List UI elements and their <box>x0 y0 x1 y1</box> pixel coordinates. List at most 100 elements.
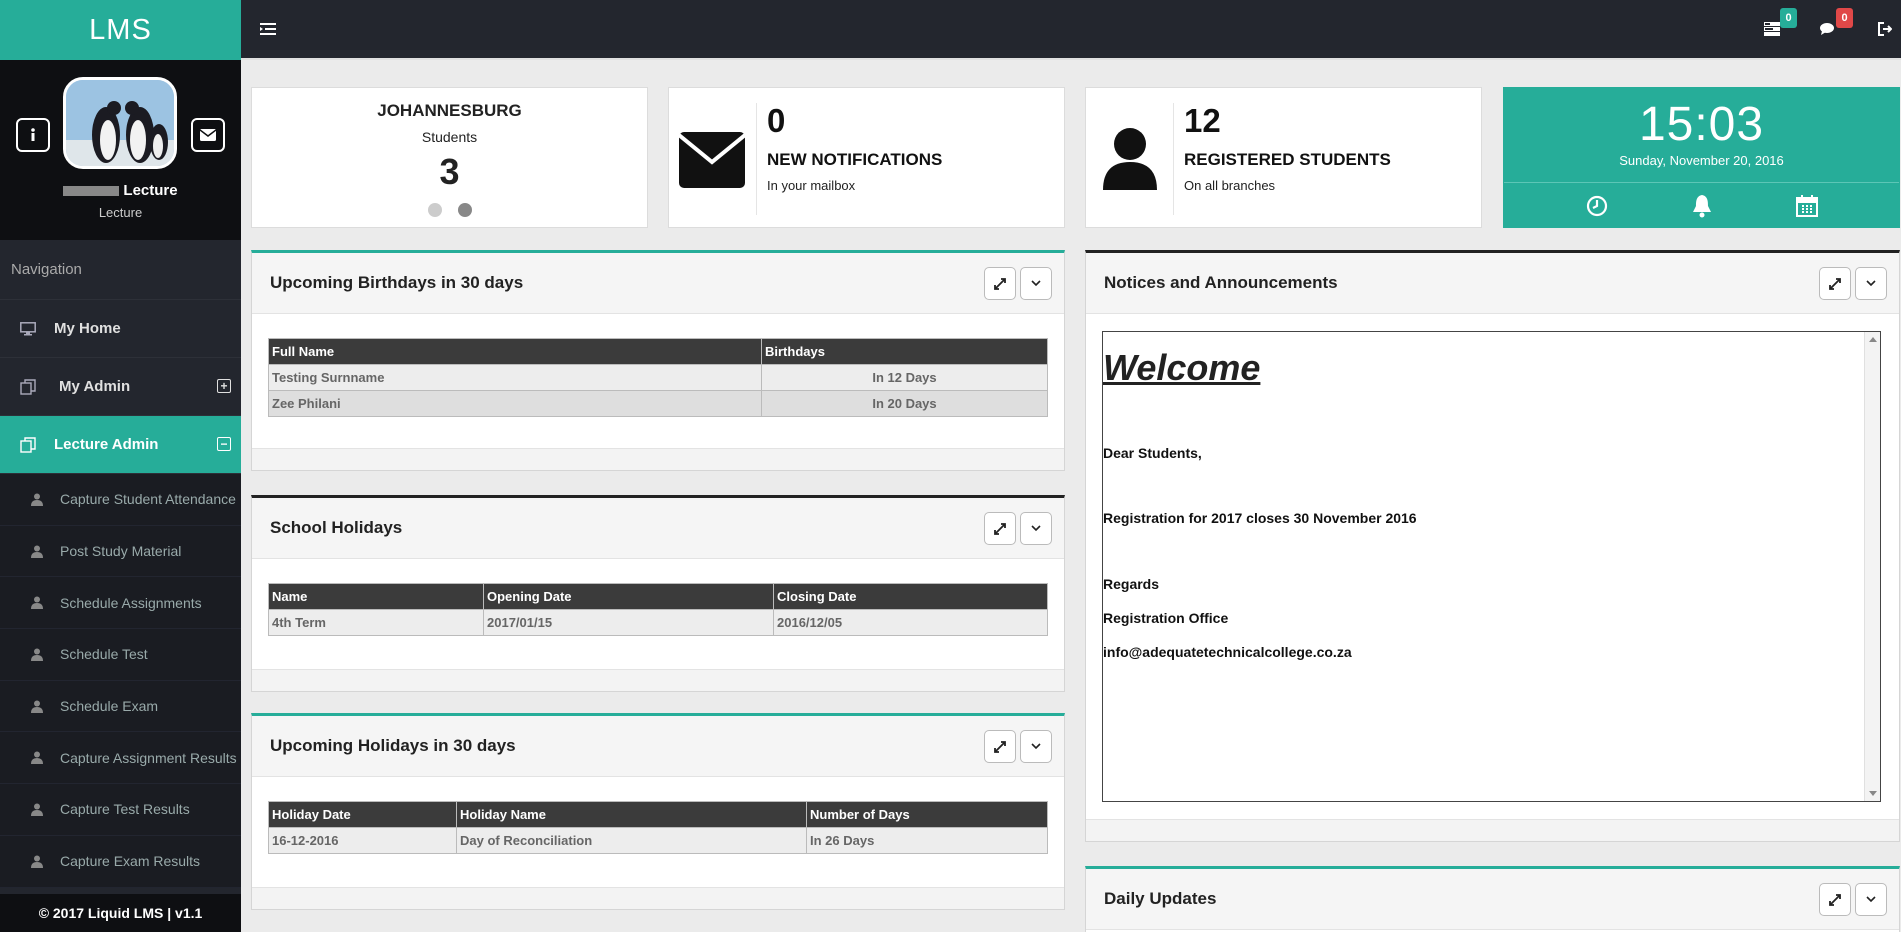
column-header: Full Name <box>268 338 762 365</box>
column-header: Number of Days <box>806 801 1048 828</box>
expand-icon <box>1829 277 1841 290</box>
expand-icon <box>994 740 1006 753</box>
branch-students-card: JOHANNESBURG Students 3 <box>251 87 648 228</box>
submenu-label: Capture Student Attendance <box>60 491 236 508</box>
calendar-icon[interactable] <box>1795 195 1818 217</box>
nav-item-label: Lecture Admin <box>54 436 159 453</box>
table-row[interactable]: 16-12-2016 Day of Reconciliation In 26 Day… <box>268 827 1048 854</box>
submenu-label: Post Study Material <box>60 543 182 560</box>
tasks-button[interactable]: 0 <box>1764 0 1797 58</box>
divider <box>756 103 757 215</box>
branch-name: JOHANNESBURG <box>377 101 522 120</box>
fullscreen-button[interactable] <box>1819 267 1851 300</box>
message-button[interactable] <box>191 118 225 152</box>
sidebar-toggle-button[interactable] <box>260 0 276 58</box>
tasks-badge: 0 <box>1780 8 1797 28</box>
messages-button[interactable]: 0 <box>1820 0 1853 58</box>
fullscreen-button[interactable] <box>984 512 1016 545</box>
copy-icon <box>20 378 42 395</box>
notice-line: Dear Students, <box>1103 445 1202 461</box>
bell-icon[interactable] <box>1691 194 1713 218</box>
submenu-item[interactable]: Capture Exam Results <box>0 835 241 888</box>
nav-item-lecture-admin[interactable]: Lecture Admin − <box>0 416 241 474</box>
table-row[interactable]: Testing Surnname In 12 Days <box>268 364 1048 391</box>
fullscreen-button[interactable] <box>1819 883 1851 916</box>
panel-title: Notices and Announcements <box>1104 273 1338 292</box>
notifications-sub: In your mailbox <box>767 178 856 193</box>
notifications-count: 0 <box>767 102 786 139</box>
panel-header: Daily Updates <box>1086 869 1899 930</box>
column-header: Holiday Name <box>456 801 807 828</box>
notifications-card[interactable]: 0 NEW NOTIFICATIONS In your mailbox <box>668 87 1065 228</box>
notice-content-frame[interactable]: Welcome Dear Students, Registration for … <box>1102 331 1881 802</box>
scroll-down-arrow-icon[interactable] <box>1869 791 1877 796</box>
profile-panel: Lecture Lecture <box>0 60 241 240</box>
avatar[interactable] <box>63 77 177 169</box>
user-icon <box>31 700 45 713</box>
notice-email[interactable]: info@adequatetechnicalcollege.co.za <box>1103 644 1352 660</box>
submenu-label: Schedule Exam <box>60 698 159 715</box>
info-button[interactable] <box>16 118 50 152</box>
expand-icon <box>1829 893 1841 906</box>
collapse-button[interactable] <box>1855 267 1887 300</box>
table-cell: 16-12-2016 <box>268 827 457 854</box>
fullscreen-button[interactable] <box>984 267 1016 300</box>
nav-item-my-admin[interactable]: My Admin + <box>0 358 241 416</box>
user-icon <box>31 648 45 661</box>
table-row[interactable]: 4th Term 2017/01/15 2016/12/05 <box>268 609 1048 636</box>
submenu-item[interactable]: Capture Student Attendance <box>0 474 241 526</box>
monitor-icon <box>20 321 42 336</box>
nav-item-my-home[interactable]: My Home <box>0 300 241 358</box>
panel-controls <box>984 512 1052 545</box>
collapse-button[interactable] <box>1020 512 1052 545</box>
notifications-title: NEW NOTIFICATIONS <box>767 150 943 169</box>
info-icon <box>31 128 35 141</box>
clock-widget: 15:03 Sunday, November 20, 2016 <box>1503 87 1900 228</box>
panel-body: Holiday Date Holiday Name Number of Days 1… <box>252 777 1064 854</box>
notice-line: Registration Office <box>1103 610 1229 626</box>
collapse-icon[interactable]: − <box>217 437 231 451</box>
lecture-admin-submenu: Capture Student Attendance Post Study Ma… <box>0 474 241 888</box>
column-header: Birthdays <box>761 338 1048 365</box>
collapse-button[interactable] <box>1020 267 1052 300</box>
panel-header: Upcoming Birthdays in 30 days <box>252 253 1064 314</box>
logout-button[interactable] <box>1878 0 1892 58</box>
fullscreen-button[interactable] <box>984 730 1016 763</box>
table-cell: 2016/12/05 <box>773 609 1048 636</box>
table-row[interactable]: Zee Philani In 20 Days <box>268 390 1048 417</box>
carousel-dot[interactable] <box>427 203 442 217</box>
panel-footer <box>1086 819 1899 841</box>
expand-icon[interactable]: + <box>217 379 231 393</box>
profile-name: Lecture <box>0 182 241 199</box>
submenu-label: Capture Exam Results <box>60 853 201 870</box>
panel-controls <box>984 730 1052 763</box>
submenu-item[interactable]: Schedule Exam <box>0 680 241 733</box>
submenu-item[interactable]: Capture Assignment Results <box>0 732 241 785</box>
clock-icon[interactable] <box>1586 195 1608 217</box>
carousel-dot-active[interactable] <box>457 203 472 217</box>
messages-badge: 0 <box>1836 8 1853 28</box>
panel-title: Daily Updates <box>1104 889 1217 908</box>
redacted-name <box>63 186 120 197</box>
submenu-label: Schedule Assignments <box>60 594 202 611</box>
collapse-button[interactable] <box>1855 883 1887 916</box>
panel-controls <box>1819 883 1887 916</box>
table-cell: Zee Philani <box>268 390 762 417</box>
submenu-item[interactable]: Capture Test Results <box>0 784 241 836</box>
submenu-item[interactable]: Schedule Assignments <box>0 577 241 630</box>
column-header: Closing Date <box>773 583 1048 610</box>
notices-panel: Notices and Announcements Welcome Dear S… <box>1085 250 1900 842</box>
upcoming-holidays-table: Holiday Date Holiday Name Number of Days 1… <box>268 801 1048 854</box>
registered-students-card[interactable]: 12 REGISTERED STUDENTS On all branches <box>1085 87 1482 228</box>
table-cell: Testing Surnname <box>268 364 762 391</box>
submenu-item[interactable]: Schedule Test <box>0 629 241 681</box>
tasks-icon <box>1764 22 1780 36</box>
column-header: Holiday Date <box>268 801 457 828</box>
panel-header: School Holidays <box>252 498 1064 559</box>
collapse-button[interactable] <box>1020 730 1052 763</box>
submenu-item[interactable]: Post Study Material <box>0 525 241 578</box>
brand-logo[interactable]: LMS <box>0 0 241 60</box>
column-header: Opening Date <box>483 583 774 610</box>
scroll-up-arrow-icon[interactable] <box>1869 337 1877 342</box>
scrollbar[interactable] <box>1864 332 1880 801</box>
